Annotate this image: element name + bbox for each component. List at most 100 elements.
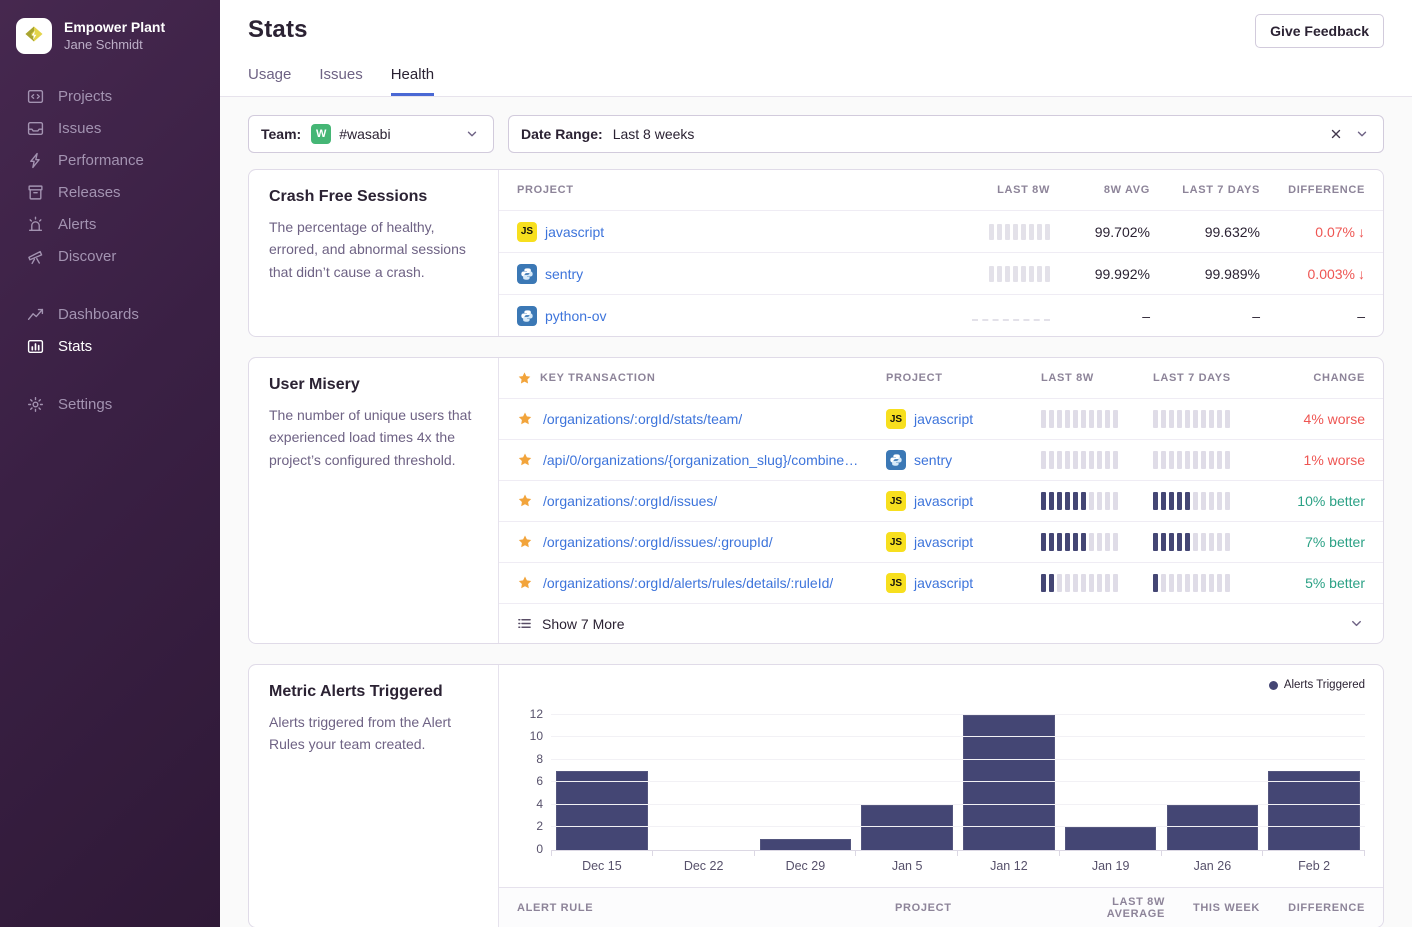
org-switcher[interactable]: Empower Plant Jane Schmidt (0, 18, 220, 80)
sparkline (1041, 492, 1118, 510)
x-axis-tick-label: Jan 12 (958, 859, 1060, 873)
show-more-label: Show 7 More (542, 616, 624, 632)
user-name: Jane Schmidt (64, 37, 165, 53)
chart-bar[interactable] (1268, 771, 1360, 850)
chart-bars (551, 701, 1365, 850)
star-icon (517, 452, 533, 468)
arrow-down-icon: ↓ (1358, 224, 1365, 240)
transaction-link[interactable]: /organizations/:orgId/issues/:groupId/ (543, 534, 773, 550)
gridline (551, 714, 1365, 715)
chevron-down-icon[interactable] (463, 125, 481, 143)
chart-bar[interactable] (1065, 827, 1157, 850)
last7-value: 99.632% (1150, 224, 1260, 240)
difference-value: 0.003% (1308, 266, 1355, 282)
star-icon (517, 371, 532, 386)
chevron-down-icon[interactable] (1353, 125, 1371, 143)
python-platform-icon (517, 264, 537, 284)
page-header: Stats Give Feedback Usage Issues Health (220, 0, 1412, 97)
list-icon (517, 616, 532, 631)
sidebar-item-label: Issues (58, 120, 101, 137)
tab-health[interactable]: Health (391, 66, 434, 96)
column-last-7-days: Last 7 Days (1153, 372, 1265, 384)
sidebar-item-releases[interactable]: Releases (0, 176, 220, 208)
javascript-platform-icon: JS (517, 222, 537, 242)
sidebar-item-settings[interactable]: Settings (0, 388, 220, 420)
y-axis-tick-label: 4 (517, 797, 543, 811)
sidebar-item-label: Alerts (58, 216, 96, 233)
last7-value: – (1150, 308, 1260, 324)
show-more-button[interactable]: Show 7 More (499, 603, 1383, 643)
sidebar-item-performance[interactable]: Performance (0, 144, 220, 176)
chart-bar[interactable] (760, 839, 852, 850)
chart-x-axis: Dec 15Dec 22Dec 29Jan 5Jan 12Jan 19Jan 2… (551, 859, 1365, 873)
last7-value: 99.989% (1150, 266, 1260, 282)
empty-sparkline (972, 311, 1050, 321)
sidebar-item-alerts[interactable]: Alerts (0, 208, 220, 240)
telescope-icon (26, 247, 44, 265)
column-alert-rule: Alert Rule (517, 902, 895, 914)
transaction-link[interactable]: /organizations/:orgId/alerts/rules/detai… (543, 575, 833, 591)
chevron-down-icon[interactable] (1347, 615, 1365, 633)
project-link[interactable]: javascript (914, 575, 973, 591)
table-row: /api/0/organizations/{organization_slug}… (499, 439, 1383, 480)
chart-legend[interactable]: Alerts Triggered (517, 677, 1365, 693)
column-key-transaction: Key Transaction (517, 371, 886, 386)
column-difference: Difference (1260, 184, 1365, 196)
y-axis-tick-label: 8 (517, 752, 543, 766)
chart-bar-slot (1263, 701, 1365, 850)
sparkline (1041, 574, 1118, 592)
date-range-selector[interactable]: Date Range: Last 8 weeks (508, 115, 1384, 153)
change-value: 7% better (1265, 534, 1365, 550)
transaction-link[interactable]: /api/0/organizations/{organization_slug}… (543, 452, 858, 468)
star-icon (517, 411, 533, 427)
legend-label: Alerts Triggered (1284, 679, 1365, 691)
project-link[interactable]: python-ov (545, 308, 606, 324)
project-link[interactable]: sentry (545, 266, 583, 282)
project-link[interactable]: javascript (914, 411, 973, 427)
team-selector[interactable]: Team: W #wasabi (248, 115, 494, 153)
transaction-link[interactable]: /organizations/:orgId/issues/ (543, 493, 717, 509)
legend-dot-icon (1269, 681, 1278, 690)
sidebar-item-dashboards[interactable]: Dashboards (0, 298, 220, 330)
column-last-8w: Last 8W (1041, 372, 1153, 384)
chart-bar[interactable] (556, 771, 648, 850)
sidebar-item-label: Projects (58, 88, 112, 105)
project-link[interactable]: javascript (545, 224, 604, 240)
sparkline (989, 224, 1050, 240)
sidebar-item-issues[interactable]: Issues (0, 112, 220, 144)
chart-bar-slot (1162, 701, 1264, 850)
javascript-platform-icon: JS (886, 532, 906, 552)
gridline (551, 826, 1365, 827)
line-chart-icon (26, 305, 44, 323)
issues-icon (26, 119, 44, 137)
chart-plot: 024681012 (551, 701, 1365, 851)
tab-issues[interactable]: Issues (319, 66, 362, 96)
gridline (551, 736, 1365, 737)
star-icon (517, 575, 533, 591)
sidebar-item-stats[interactable]: Stats (0, 330, 220, 362)
crash-table: Project Last 8W 8W Avg Last 7 Days Diffe… (499, 170, 1383, 336)
project-link[interactable]: sentry (914, 452, 952, 468)
gridline (551, 781, 1365, 782)
team-value: #wasabi (339, 126, 390, 142)
sidebar-item-projects[interactable]: Projects (0, 80, 220, 112)
project-link[interactable]: javascript (914, 534, 973, 550)
project-link[interactable]: javascript (914, 493, 973, 509)
close-icon[interactable] (1327, 125, 1345, 143)
y-axis-tick-label: 12 (517, 707, 543, 721)
app-window: Empower Plant Jane Schmidt Projects Issu… (0, 0, 1412, 927)
gridline (551, 804, 1365, 805)
table-row: /organizations/:orgId/stats/team/JSjavas… (499, 398, 1383, 439)
chart-bar-slot (653, 701, 755, 850)
javascript-platform-icon: JS (886, 491, 906, 511)
transaction-link[interactable]: /organizations/:orgId/stats/team/ (543, 411, 742, 427)
sidebar-item-discover[interactable]: Discover (0, 240, 220, 272)
sidebar-item-label: Stats (58, 338, 92, 355)
filter-bar: Team: W #wasabi Date Range: Last 8 weeks (248, 115, 1384, 153)
python-platform-icon (517, 306, 537, 326)
gear-icon (26, 395, 44, 413)
give-feedback-button[interactable]: Give Feedback (1255, 14, 1384, 48)
team-avatar: W (311, 124, 331, 144)
column-last-8w: Last 8W (930, 184, 1050, 196)
tab-usage[interactable]: Usage (248, 66, 291, 96)
